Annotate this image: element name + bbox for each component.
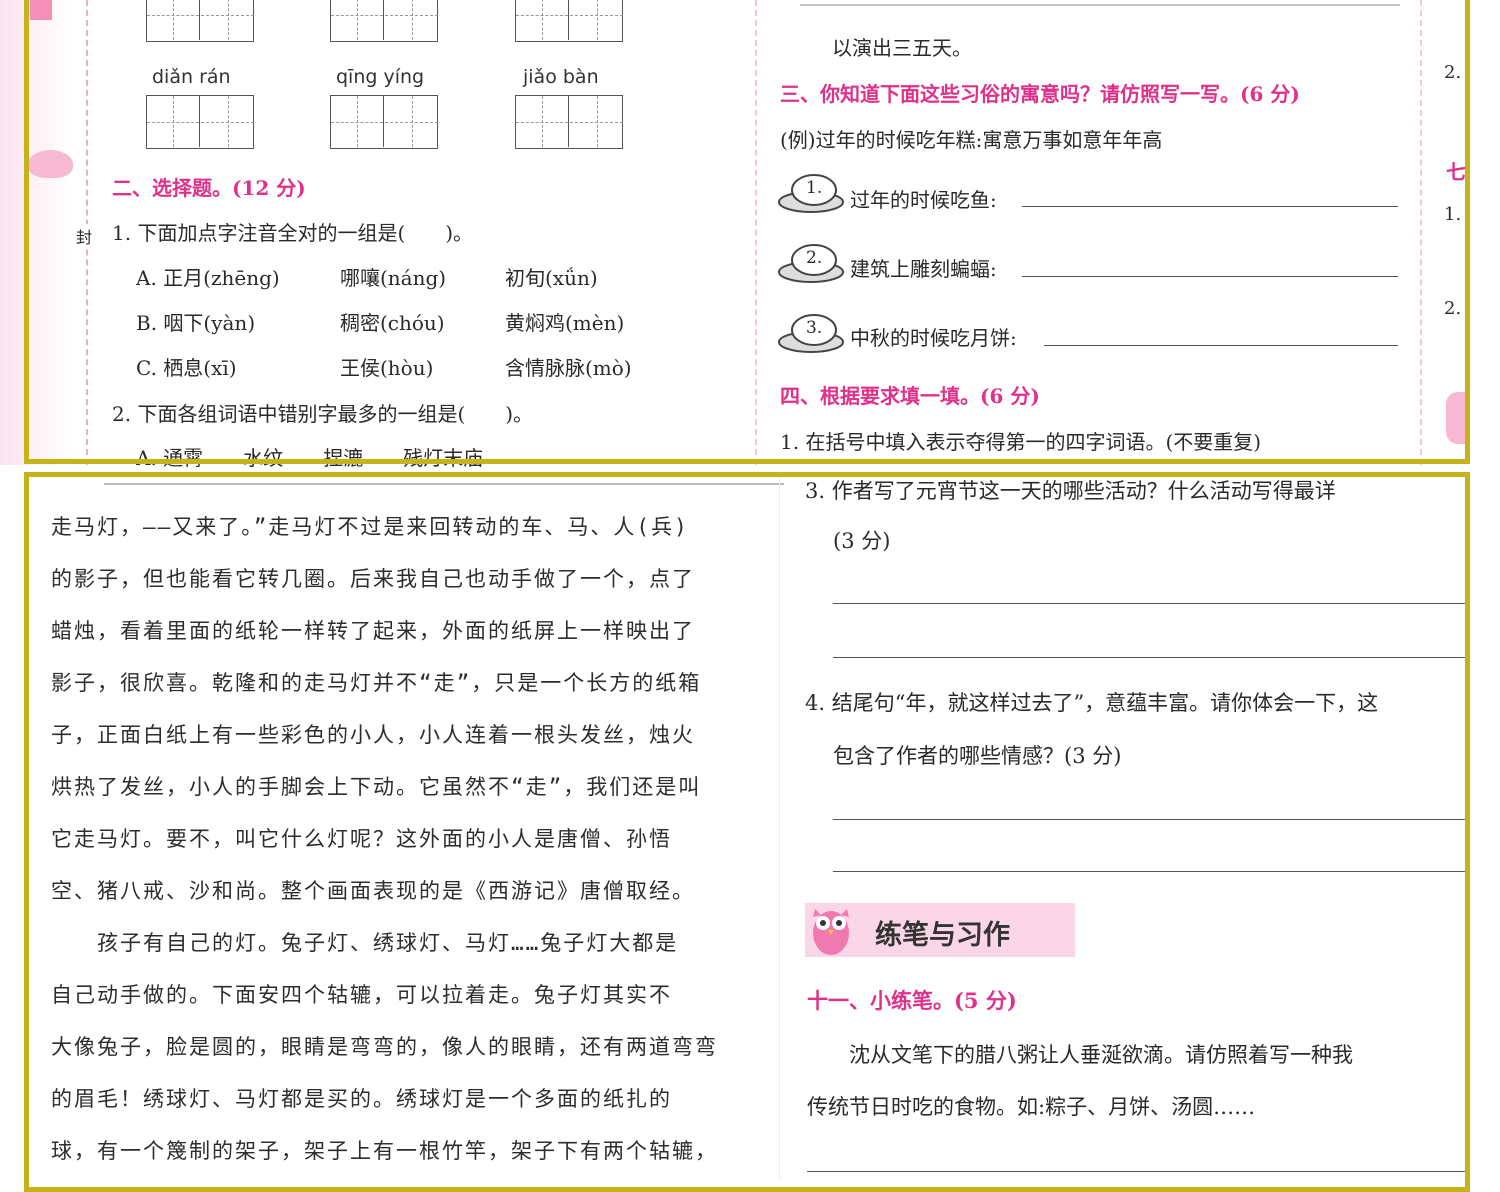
practice-banner: 练笔与习作 xyxy=(805,903,1075,957)
question-3: 3. 作者写了元宵节这一天的哪些活动？什么活动写得最详 xyxy=(805,479,1336,503)
section-11-title: 十一、小练笔。(5 分) xyxy=(807,988,1017,1013)
story-line: 走马灯，——又来了。”走马灯不过是来回转动的车、马、人(兵) xyxy=(51,515,689,539)
story-line: 孩子有自己的灯。兔子灯、绣球灯、马灯……兔子灯大都是 xyxy=(51,931,679,955)
story-line: 自己动手做的。下面安四个轱辘，可以拉着走。兔子灯其实不 xyxy=(51,983,672,1007)
story-line: 子，正面白纸上有一些彩色的小人，小人连着一根头发丝，烛火 xyxy=(51,723,695,747)
section-11-prompt-line-2: 传统节日时吃的食物。如:粽子、月饼、汤圆…… xyxy=(807,1095,1256,1119)
answer-line[interactable] xyxy=(833,603,1465,604)
story-line: 的眉毛！绣球灯、马灯都是买的。绣球灯是一个多面的纸扎的 xyxy=(51,1087,672,1111)
question-3-score: (3 分) xyxy=(833,529,891,553)
answer-line[interactable] xyxy=(833,819,1465,820)
story-text: 走马灯，——又来了。”走马灯不过是来回转动的车、马、人(兵) 的影子，但也能看它… xyxy=(51,511,756,1178)
story-line: 的影子，但也能看它转几圈。后来我自己也动手做了一个，点了 xyxy=(51,567,695,591)
bottom-page: 走马灯，——又来了。”走马灯不过是来回转动的车、马、人(兵) 的影子，但也能看它… xyxy=(29,477,1465,1178)
banner-title: 练笔与习作 xyxy=(875,920,1010,951)
story-line: 烘热了发丝，小人的手脚会上下动。它虽然不“走”，我们还是叫 xyxy=(51,775,702,799)
story-line: 大像兔子，脸是圆的，眼睛是弯弯的，像人的眼睛，还有两道弯弯 xyxy=(51,1035,718,1059)
story-line: 球，有一个篾制的架子，架子上有一根竹竿，架子下有两个轱辘， xyxy=(51,1139,718,1163)
column-divider xyxy=(779,477,780,1178)
owl-icon xyxy=(813,909,849,955)
section-11-prompt-line-1: 沈从文笔下的腊八粥让人垂涎欲滴。请仿照着写一种我 xyxy=(807,1043,1353,1067)
answer-line[interactable] xyxy=(833,657,1465,658)
story-line: 蜡烛，看着里面的纸轮一样转了起来，外面的纸屏上一样映出了 xyxy=(51,619,695,643)
cut-story-line xyxy=(104,477,784,485)
story-line: 空、猪八戒、沙和尚。整个画面表现的是《西游记》唐僧取经。 xyxy=(51,879,695,903)
story-line: 它走马灯。要不，叫它什么灯呢？这外面的小人是唐僧、孙悟 xyxy=(51,827,672,851)
question-4-score: 包含了作者的哪些情感？(3 分) xyxy=(833,744,1122,768)
answer-line[interactable] xyxy=(807,1171,1465,1172)
question-4: 4. 结尾句“年，就这样过去了”，意蕴丰富。请你体会一下，这 xyxy=(805,691,1379,715)
top-highlight-frame xyxy=(24,0,1470,464)
story-line: 影子，很欣喜。乾隆和的走马灯并不“走”，只是一个长方的纸箱 xyxy=(51,671,702,695)
answer-line[interactable] xyxy=(833,871,1465,872)
